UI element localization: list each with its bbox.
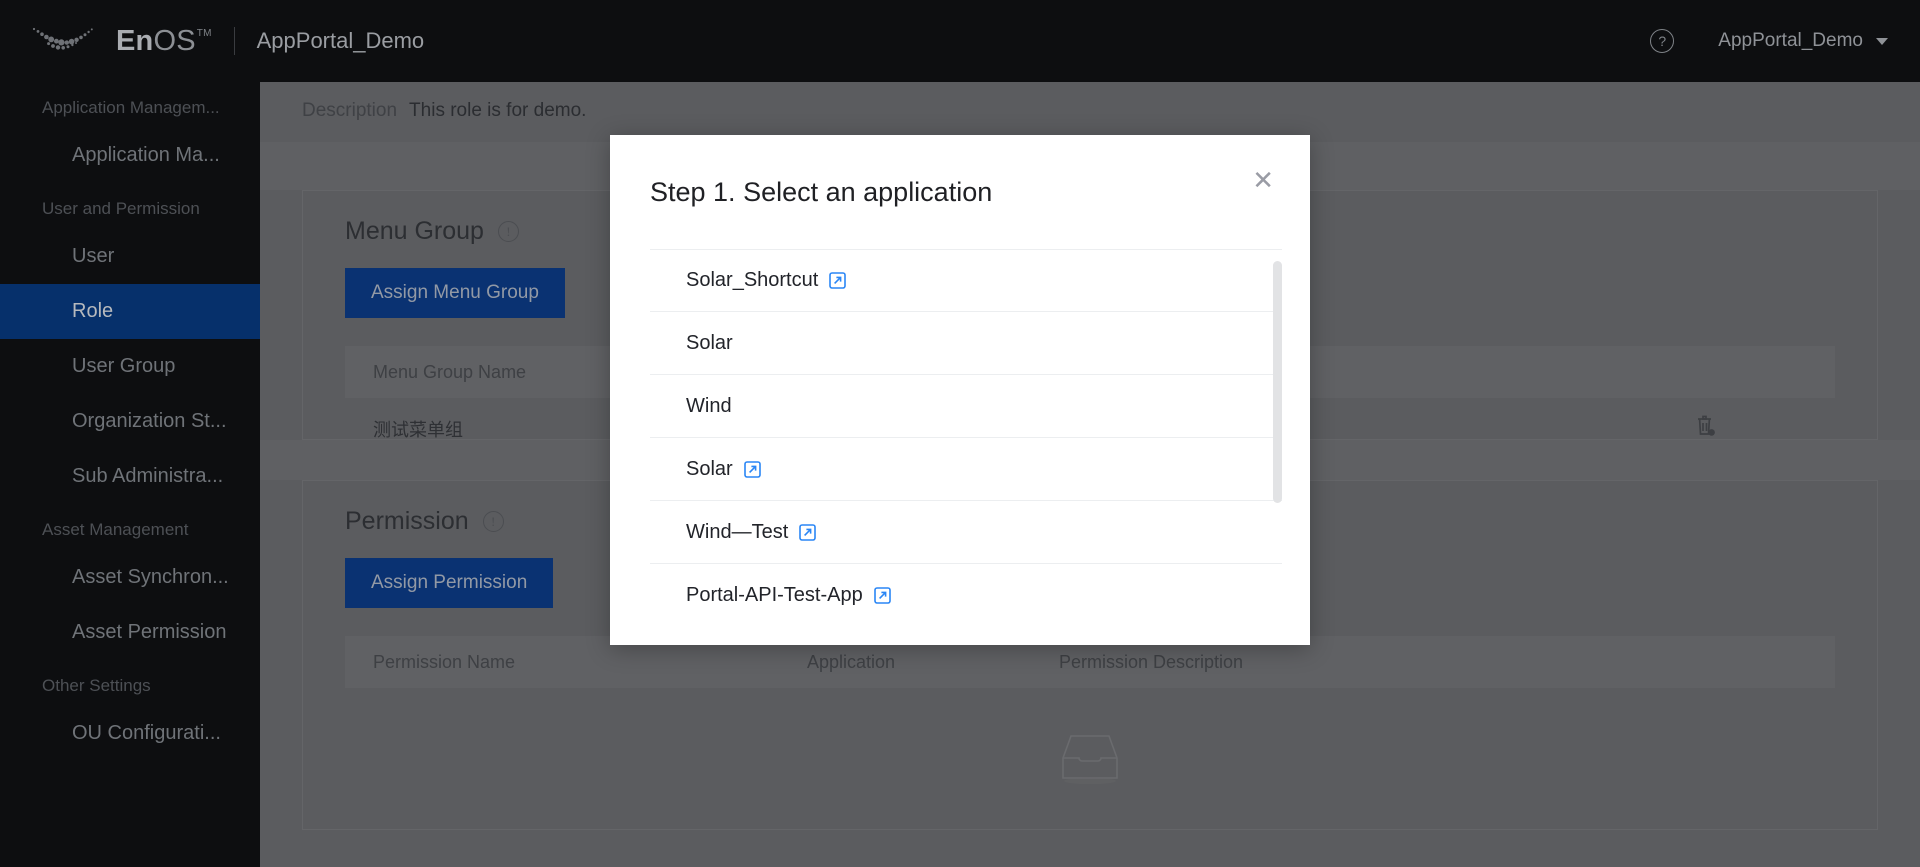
list-item[interactable]: Solar_Shortcut xyxy=(650,249,1282,312)
application-name: Solar xyxy=(686,332,733,355)
external-link-icon[interactable] xyxy=(799,524,816,541)
external-link-icon[interactable] xyxy=(744,461,761,478)
modal-title: Step 1. Select an application xyxy=(610,135,1310,208)
close-x-icon[interactable]: ✕ xyxy=(1244,163,1282,197)
list-item[interactable]: Solar xyxy=(650,438,1282,501)
external-link-icon[interactable] xyxy=(874,587,891,604)
list-item[interactable]: Wind—Test xyxy=(650,501,1282,564)
scrollbar-thumb[interactable] xyxy=(1273,261,1282,503)
select-application-modal: Step 1. Select an application ✕ Solar_Sh… xyxy=(610,135,1310,645)
list-item[interactable]: Portal-API-Test-App xyxy=(650,564,1282,617)
application-name: Solar xyxy=(686,458,733,481)
application-name: Wind xyxy=(686,395,732,418)
vertical-scrollbar[interactable] xyxy=(1273,253,1282,613)
application-list: Solar_Shortcut Solar Wind Solar xyxy=(650,249,1282,617)
application-name: Wind—Test xyxy=(686,521,788,544)
list-item[interactable]: Solar xyxy=(650,312,1282,375)
external-link-icon[interactable] xyxy=(829,272,846,289)
app-root: EnOSTM AppPortal_Demo ? AppPortal_Demo A… xyxy=(0,0,1920,867)
application-name: Portal-API-Test-App xyxy=(686,584,863,607)
application-name: Solar_Shortcut xyxy=(686,269,818,292)
list-item[interactable]: Wind xyxy=(650,375,1282,438)
